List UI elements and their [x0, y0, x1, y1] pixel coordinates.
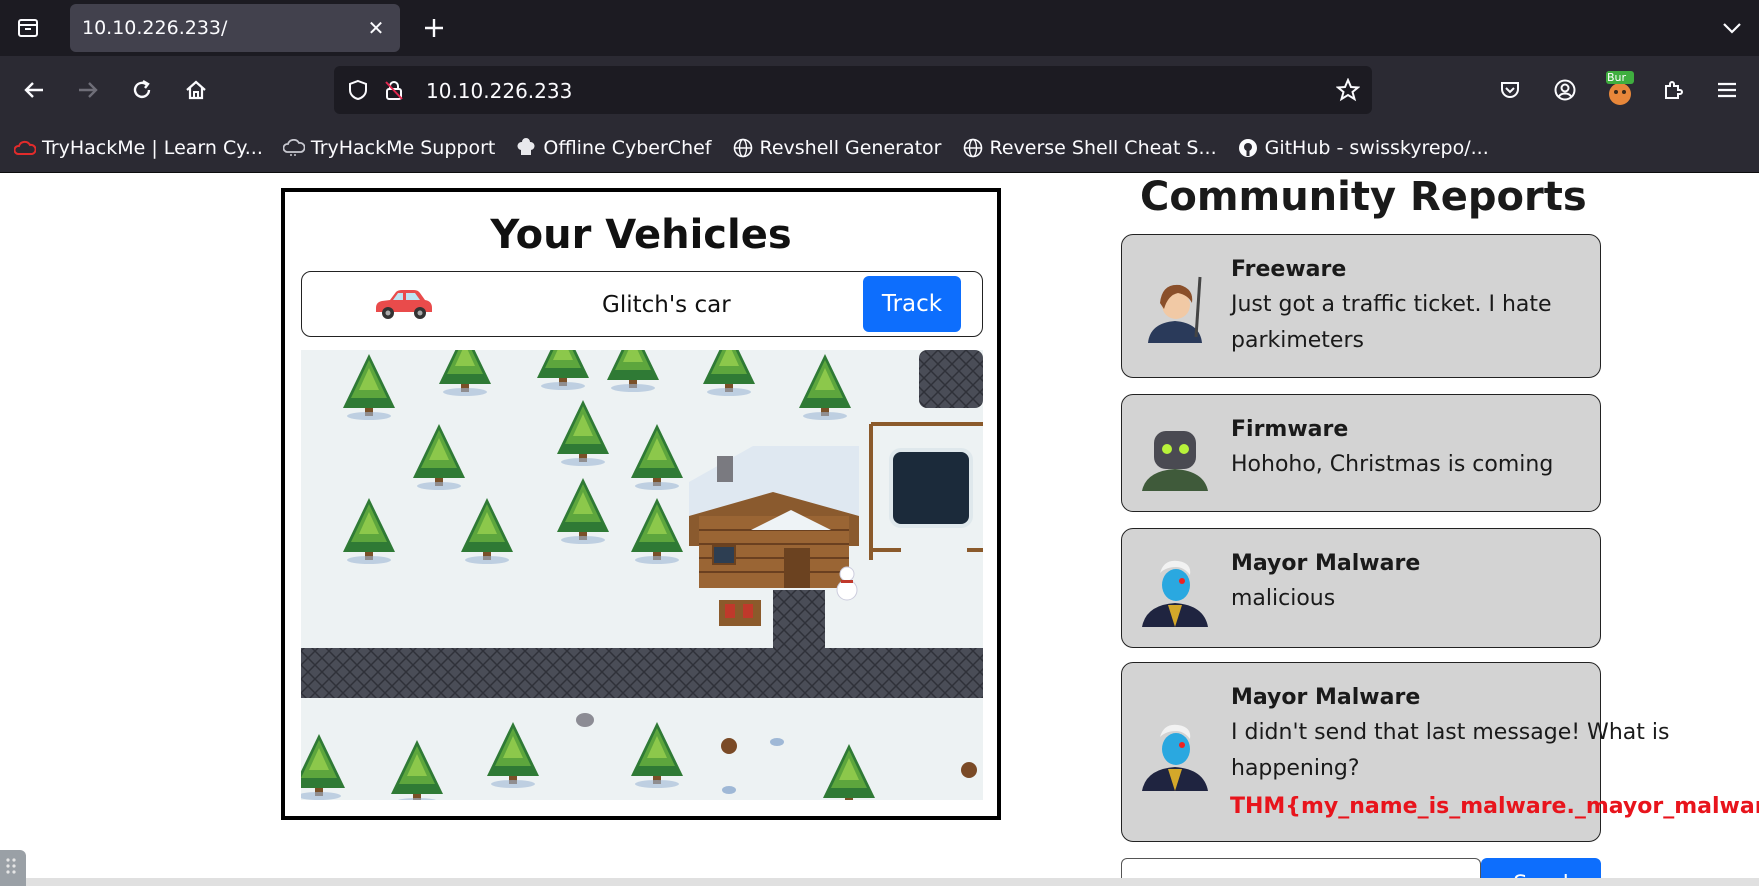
reload-icon[interactable]: [126, 74, 158, 106]
globe-icon: [962, 137, 984, 159]
cloud-icon: [282, 137, 305, 159]
report-card: Firmware Hohoho, Christmas is coming: [1121, 394, 1601, 512]
report-text-line: I didn't send that last message! What is: [1231, 720, 1670, 745]
vehicle-tracking-map[interactable]: [301, 350, 983, 800]
bookmark-tryhackme-support[interactable]: TryHackMe Support: [282, 137, 496, 159]
bookmark-label: Offline CyberChef: [543, 137, 712, 159]
bookmark-label: GitHub - swisskyrepo/...: [1264, 137, 1489, 159]
url-text: 10.10.226.233: [426, 79, 573, 103]
tab-bar: 10.10.226.233/ ✕: [0, 0, 1759, 56]
report-text-line: happening?: [1231, 756, 1360, 781]
report-card: Freeware Just got a traffic ticket. I ha…: [1121, 234, 1601, 378]
bookmark-tryhackme[interactable]: TryHackMe | Learn Cy...: [14, 137, 263, 159]
flag-text: THM{my_name_is_malware._mayor_malware}: [1230, 794, 1759, 819]
extensions-icon[interactable]: [1657, 74, 1689, 106]
forward-arrow-icon[interactable]: [72, 74, 104, 106]
bookmark-label: TryHackMe | Learn Cy...: [42, 137, 263, 159]
snow-map-image: [301, 350, 983, 800]
bookmark-label: Reverse Shell Cheat S...: [989, 137, 1217, 159]
report-author: Mayor Malware: [1231, 551, 1421, 576]
bookmark-revshell-generator[interactable]: Revshell Generator: [732, 137, 942, 159]
new-tab-icon[interactable]: [418, 12, 450, 44]
report-text-line: malicious: [1231, 586, 1336, 611]
report-text-line: Just got a traffic ticket. I hate: [1231, 292, 1552, 317]
burp-extension-icon[interactable]: Bur: [1603, 70, 1637, 108]
account-icon[interactable]: [1549, 74, 1581, 106]
bookmark-label: Revshell Generator: [759, 137, 942, 159]
freeware-avatar: [1138, 269, 1212, 343]
chrome-divider: [0, 172, 1759, 173]
report-text-line: Hohoho, Christmas is coming: [1231, 452, 1554, 477]
bookmark-cyberchef[interactable]: Offline CyberChef: [515, 137, 712, 159]
github-icon: [1237, 137, 1259, 159]
report-card: Mayor Malware malicious: [1121, 528, 1601, 648]
car-icon: [372, 286, 434, 322]
browser-tab[interactable]: 10.10.226.233/ ✕: [70, 4, 400, 52]
nav-toolbar: 10.10.226.233 Bur: [0, 56, 1759, 124]
mayor-malware-avatar: [1138, 717, 1212, 791]
report-author: Firmware: [1231, 417, 1349, 442]
bookmark-reverse-shell-cheat[interactable]: Reverse Shell Cheat S...: [962, 137, 1217, 159]
bookmark-github[interactable]: GitHub - swisskyrepo/...: [1237, 137, 1489, 159]
bookmark-label: TryHackMe Support: [310, 137, 496, 159]
burp-badge: Bur: [1607, 71, 1627, 84]
vehicle-name: Glitch's car: [602, 292, 731, 318]
address-bar[interactable]: 10.10.226.233: [334, 66, 1372, 114]
track-button[interactable]: Track: [863, 276, 961, 332]
reports-title: Community Reports: [1140, 174, 1587, 220]
firmware-avatar: [1138, 417, 1212, 491]
bookmarks-bar: TryHackMe | Learn Cy... TryHackMe Suppor…: [0, 124, 1759, 172]
tryhackme-icon: [14, 137, 36, 159]
shield-icon[interactable]: [346, 78, 370, 102]
home-icon[interactable]: [180, 74, 212, 106]
chef-icon: [515, 137, 537, 159]
bookmark-star-icon[interactable]: [1336, 78, 1360, 102]
back-arrow-icon[interactable]: [18, 74, 50, 106]
horizontal-scrollbar[interactable]: [0, 878, 1759, 886]
tab-list-icon[interactable]: [12, 12, 44, 44]
vehicles-title: Your Vehicles: [490, 212, 792, 258]
vehicle-row: Glitch's car Track: [301, 271, 983, 337]
vehicles-panel: Your Vehicles Glitch's car Track: [281, 188, 1001, 820]
report-author: Freeware: [1231, 257, 1347, 282]
close-icon[interactable]: ✕: [364, 16, 388, 40]
chevron-down-icon[interactable]: [1716, 12, 1748, 44]
globe-icon: [732, 137, 754, 159]
insecure-lock-icon[interactable]: [382, 78, 406, 102]
report-author: Mayor Malware: [1231, 685, 1421, 710]
tab-title: 10.10.226.233/: [82, 17, 228, 39]
menu-icon[interactable]: [1711, 74, 1743, 106]
pocket-icon[interactable]: [1494, 74, 1526, 106]
mayor-malware-avatar: [1138, 553, 1212, 627]
drag-handle-icon[interactable]: [0, 850, 26, 886]
report-text-line: parkimeters: [1231, 328, 1364, 353]
